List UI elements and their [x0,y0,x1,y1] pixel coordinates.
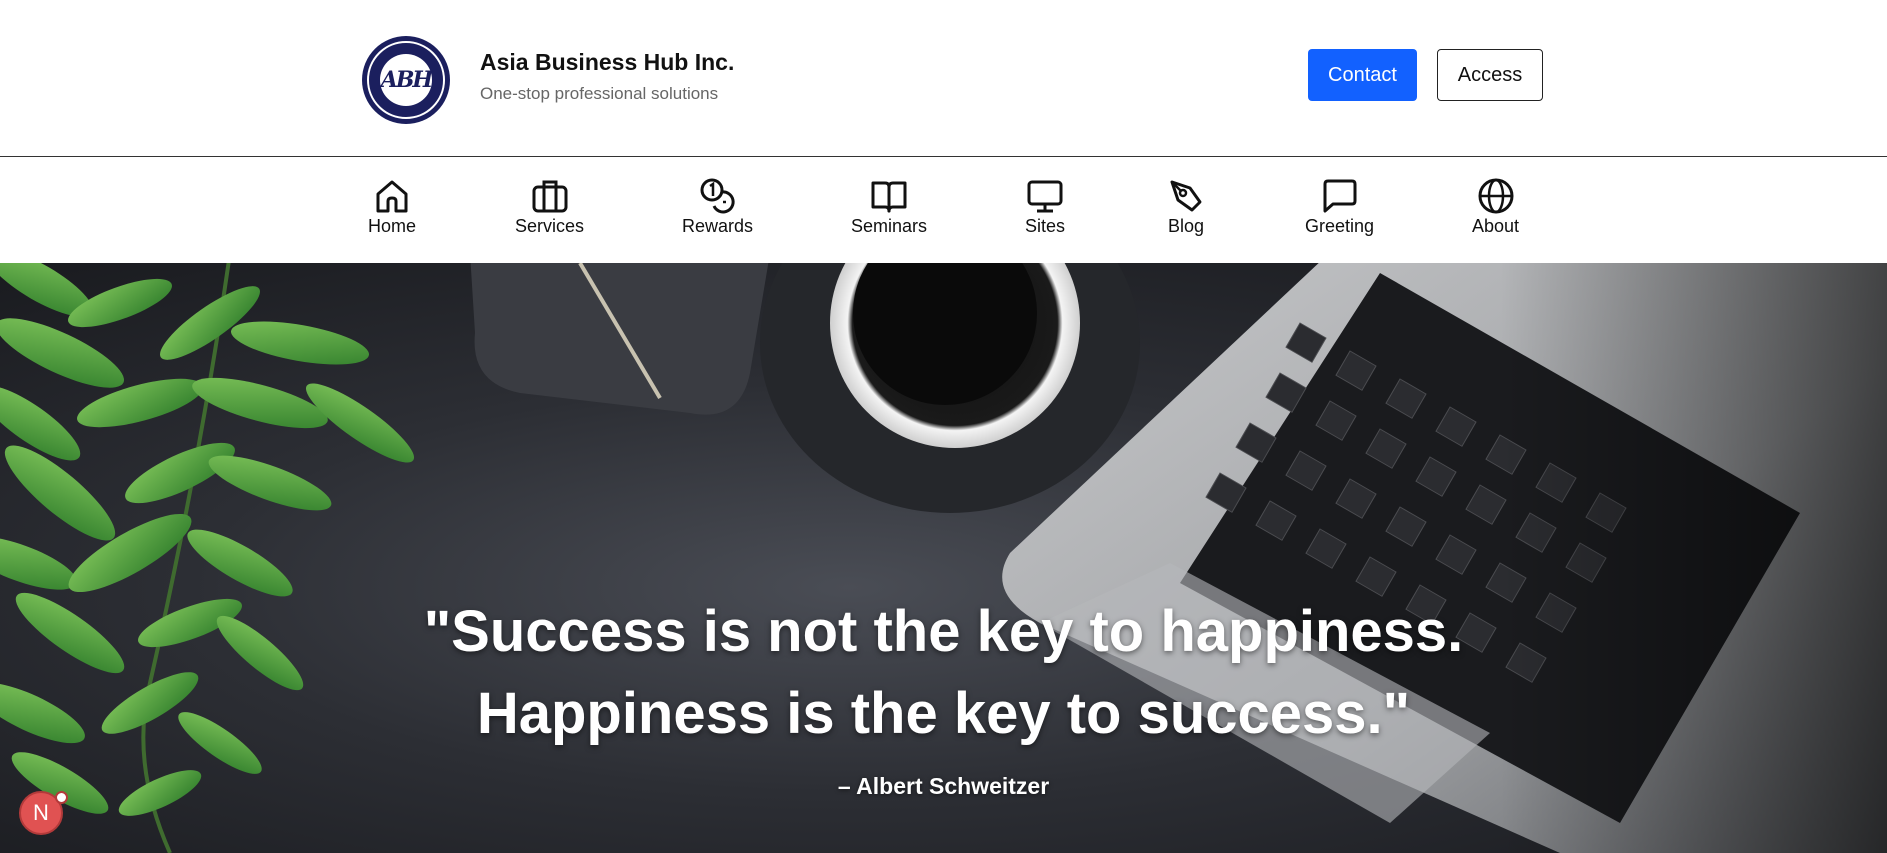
nav-label-home: Home [368,216,417,236]
nav-label-seminars: Seminars [851,216,928,236]
nav-label-sites: Sites [1025,216,1066,236]
home-icon [376,180,408,213]
site-header: ABH Asia Business Hub Inc. One-stop prof… [0,0,1887,157]
book-icon [871,181,907,213]
nav-item-home[interactable]: Home [368,176,416,237]
nav-item-blog[interactable]: Blog [1166,176,1206,237]
nav-item-services[interactable]: Services [515,176,584,237]
logo-ring [367,41,445,119]
monitor-icon [1027,180,1063,213]
access-button[interactable]: Access [1437,49,1543,101]
hero-banner: "Success is not the key to happiness. Ha… [0,263,1887,853]
nav-item-seminars[interactable]: Seminars [851,176,927,237]
contact-button[interactable]: Contact [1308,49,1417,101]
quote-line-2: Happiness is the key to success." [476,681,1411,746]
nav-label-blog: Blog [1167,216,1205,236]
company-logo[interactable]: ABH [362,36,450,124]
quote-line-1: "Success is not the key to happiness. [423,599,1464,664]
quote-author: – Albert Schweitzer [837,773,1050,799]
nav-item-greeting[interactable]: Greeting [1305,176,1374,237]
notebook-shape [470,263,769,415]
notification-fab[interactable]: N [19,791,68,835]
company-name[interactable]: Asia Business Hub Inc. [480,49,734,76]
chat-icon [1323,179,1357,213]
fab-letter: N [33,800,49,825]
pen-icon [1170,180,1202,212]
brand-text: Asia Business Hub Inc. One-stop professi… [480,49,734,104]
briefcase-icon [532,180,568,213]
plant-leaves-shape [0,263,415,853]
nav-label-services: Services [515,216,585,236]
coffee-cup-shape [760,263,1140,513]
nav-label-rewards: Rewards [682,216,754,236]
main-nav: Home Services Rewards Seminars Sites Blo… [0,158,1887,263]
hero-background-image [0,263,1887,853]
nav-item-sites[interactable]: Sites [1025,176,1065,237]
notification-dot-icon [55,791,68,804]
coins-icon [700,178,735,214]
nav-item-about[interactable]: About [1472,176,1519,237]
brand[interactable]: ABH Asia Business Hub Inc. One-stop prof… [362,36,734,124]
hero-quote: "Success is not the key to happiness. Ha… [0,591,1887,755]
nav-label-about: About [1472,216,1520,236]
nav-item-rewards[interactable]: Rewards [682,176,753,237]
company-tagline: One-stop professional solutions [480,83,719,103]
nav-label-greeting: Greeting [1305,216,1375,236]
globe-icon [1478,178,1514,214]
